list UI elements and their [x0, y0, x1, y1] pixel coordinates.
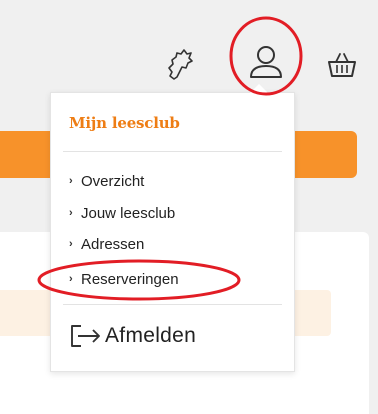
user-icon[interactable]	[246, 44, 286, 80]
logout-label: Afmelden	[105, 324, 197, 347]
map-icon[interactable]	[165, 48, 195, 82]
menu-item-label: Jouw leesclub	[81, 204, 176, 222]
menu-item-label: Reserveringen	[81, 270, 179, 288]
chevron-right-icon: ›	[69, 175, 73, 187]
account-dropdown: Mijn leesclub › Overzicht › Jouw leesclu…	[50, 84, 295, 372]
chevron-right-icon: ›	[69, 238, 73, 250]
menu-item-reserveringen[interactable]: › Reserveringen	[69, 269, 179, 289]
dropdown-title: Mijn leesclub	[69, 114, 180, 132]
menu-item-label: Adressen	[81, 235, 145, 253]
logout-button[interactable]: Afmelden	[69, 324, 196, 348]
menu-item-adressen[interactable]: › Adressen	[69, 234, 144, 254]
chevron-right-icon: ›	[69, 273, 73, 285]
menu-item-label: Overzicht	[81, 172, 145, 190]
divider	[63, 151, 282, 152]
dropdown-caret	[250, 84, 268, 93]
logout-icon	[71, 325, 100, 347]
basket-icon[interactable]	[327, 51, 357, 79]
menu-item-jouw-leesclub[interactable]: › Jouw leesclub	[69, 203, 175, 223]
divider	[63, 304, 282, 305]
menu-item-overzicht[interactable]: › Overzicht	[69, 171, 144, 191]
chevron-right-icon: ›	[69, 207, 73, 219]
